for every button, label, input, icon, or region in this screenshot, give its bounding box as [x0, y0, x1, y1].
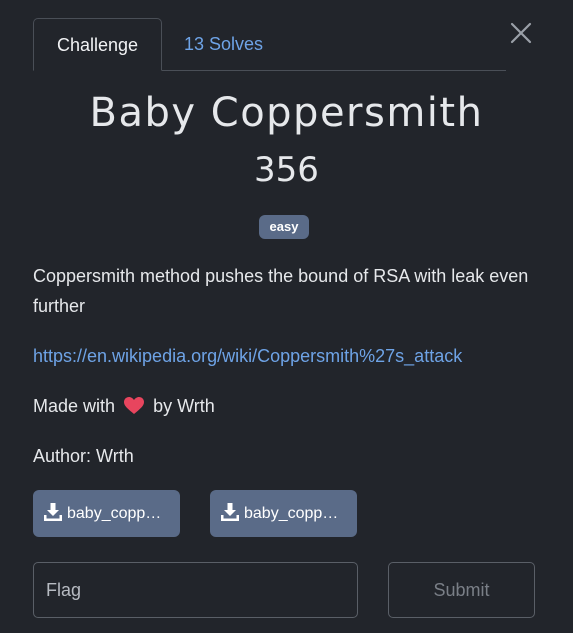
heart-icon — [124, 397, 145, 414]
made-with-suffix: by Wrth — [153, 396, 215, 416]
challenge-points: 356 — [254, 150, 319, 190]
author-line: Author: Wrth — [33, 446, 134, 466]
submit-button[interactable]: Submit — [388, 562, 535, 618]
reference-link[interactable]: https://en.wikipedia.org/wiki/Coppersmit… — [33, 341, 543, 371]
download-icon — [221, 503, 239, 521]
close-icon — [510, 22, 532, 44]
flag-input[interactable] — [33, 562, 358, 618]
file-name: baby_copp… — [67, 505, 162, 522]
close-button[interactable] — [506, 18, 536, 48]
file-name: baby_copp… — [244, 505, 339, 522]
challenge-modal: Challenge 13 Solves Baby Coppersmith 356… — [0, 0, 573, 633]
tab-solves[interactable]: 13 Solves — [184, 18, 263, 70]
tab-bar: Challenge 13 Solves — [33, 18, 506, 71]
file-download-button[interactable]: baby_copp… — [33, 490, 180, 537]
made-with-prefix: Made with — [33, 396, 116, 416]
difficulty-badge: easy — [259, 215, 309, 239]
challenge-description: Coppersmith method pushes the bound of R… — [33, 266, 529, 316]
file-download-button[interactable]: baby_copp… — [210, 490, 357, 537]
challenge-title: Baby Coppersmith — [89, 90, 484, 136]
download-icon — [44, 503, 62, 521]
made-with-line: Made with by Wrth — [33, 391, 543, 421]
tab-challenge[interactable]: Challenge — [33, 18, 162, 71]
